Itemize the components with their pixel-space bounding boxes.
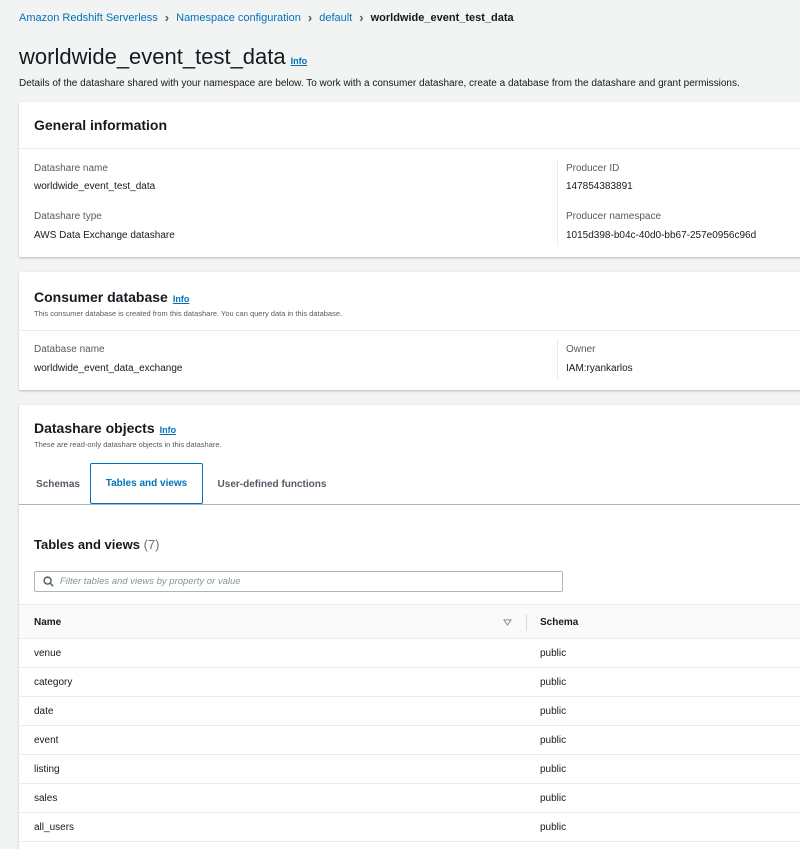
breadcrumb-current: worldwide_event_test_data (370, 11, 514, 24)
datashare-objects-title: Datashare objects Info (34, 420, 222, 436)
general-information-header: General information (19, 102, 800, 149)
producer-id-value: 147854383891 (566, 181, 633, 192)
consumer-database-header: Consumer database Info This consumer dat… (19, 272, 800, 331)
page-title-text: worldwide_event_test_data (19, 44, 286, 69)
general-information-title: General information (34, 117, 168, 133)
table-row[interactable]: sales public (19, 784, 800, 813)
table-row[interactable]: all_users public (19, 813, 800, 842)
page-title: worldwide_event_test_data Info (19, 44, 307, 70)
cell-name: category (34, 677, 73, 688)
table-title: Tables and views (34, 537, 140, 552)
cell-name: event (34, 735, 59, 746)
chevron-right-icon: › (307, 10, 313, 25)
search-icon (43, 576, 54, 587)
cell-name: sales (34, 793, 58, 804)
cell-schema: public (540, 706, 567, 717)
datashare-objects-panel: Datashare objects Info These are read-on… (19, 405, 800, 849)
datashare-type-label: Datashare type (34, 211, 102, 222)
chevron-right-icon: › (164, 10, 170, 25)
table-row[interactable]: venue public (19, 639, 800, 668)
cell-schema: public (540, 648, 567, 659)
objects-info-link[interactable]: Info (160, 425, 177, 435)
tab-schemas[interactable]: Schemas (34, 463, 82, 505)
producer-namespace-label: Producer namespace (566, 211, 662, 222)
producer-namespace-value: 1015d398-b04c-40d0-bb67-257e0956c96d (566, 230, 757, 241)
cell-schema: public (540, 764, 567, 775)
table-header: Name Schema (19, 604, 800, 639)
cell-schema: public (540, 677, 567, 688)
column-header-name[interactable]: Name (34, 617, 61, 628)
tab-list: Schemas Tables and views User-defined fu… (19, 463, 800, 505)
consumer-database-subtitle: This consumer database is created from t… (34, 309, 343, 318)
cell-schema: public (540, 793, 567, 804)
cell-schema: public (540, 735, 567, 746)
page-description: Details of the datashare shared with you… (19, 78, 740, 89)
owner-value: IAM:ryankarlos (566, 363, 633, 374)
tab-tables-and-views[interactable]: Tables and views (90, 463, 203, 504)
database-name-label: Database name (34, 344, 105, 355)
owner-label: Owner (566, 344, 596, 355)
search-input[interactable] (60, 576, 540, 587)
cell-name: listing (34, 764, 60, 775)
breadcrumb-link-namespace-configuration[interactable]: Namespace configuration (176, 12, 301, 24)
column-resizer[interactable] (526, 614, 527, 631)
breadcrumb-link-redshift-serverless[interactable]: Amazon Redshift Serverless (19, 12, 158, 24)
breadcrumb: Amazon Redshift Serverless › Namespace c… (19, 10, 514, 25)
sort-descending-icon[interactable] (503, 619, 512, 626)
page-info-link[interactable]: Info (291, 56, 308, 66)
datashare-objects-subtitle: These are read-only datashare objects in… (34, 440, 222, 449)
cell-name: venue (34, 648, 62, 659)
consumer-database-panel: Consumer database Info This consumer dat… (19, 272, 800, 390)
table-row[interactable]: date public (19, 697, 800, 726)
breadcrumb-link-default[interactable]: default (319, 12, 352, 24)
consumer-database-title-text: Consumer database (34, 289, 168, 305)
tab-user-defined-functions[interactable]: User-defined functions (214, 463, 330, 505)
table-heading: Tables and views (7) (34, 537, 159, 552)
chevron-right-icon: › (359, 10, 364, 25)
table-row[interactable]: category public (19, 668, 800, 697)
consumer-database-title: Consumer database Info (34, 289, 794, 305)
datashare-type-value: AWS Data Exchange datashare (34, 230, 175, 241)
search-box (34, 571, 563, 592)
cell-schema: public (540, 822, 567, 833)
table-row[interactable]: event public (19, 726, 800, 755)
column-divider (557, 339, 558, 379)
datashare-name-value: worldwide_event_test_data (34, 181, 156, 192)
cell-name: date (34, 706, 54, 717)
datashare-objects-header: Datashare objects Info These are read-on… (34, 420, 222, 449)
producer-id-label: Producer ID (566, 163, 620, 174)
database-name-value: worldwide_event_data_exchange (34, 363, 183, 374)
cell-name: all_users (34, 822, 75, 833)
table-count: (7) (143, 537, 160, 552)
datashare-name-label: Datashare name (34, 163, 108, 174)
consumer-info-link[interactable]: Info (173, 294, 190, 304)
table-row[interactable]: listing public (19, 755, 800, 784)
datashare-objects-title-text: Datashare objects (34, 420, 155, 436)
general-information-panel: General information Datashare name world… (19, 102, 800, 257)
column-header-schema[interactable]: Schema (540, 617, 578, 628)
column-divider (557, 160, 558, 246)
